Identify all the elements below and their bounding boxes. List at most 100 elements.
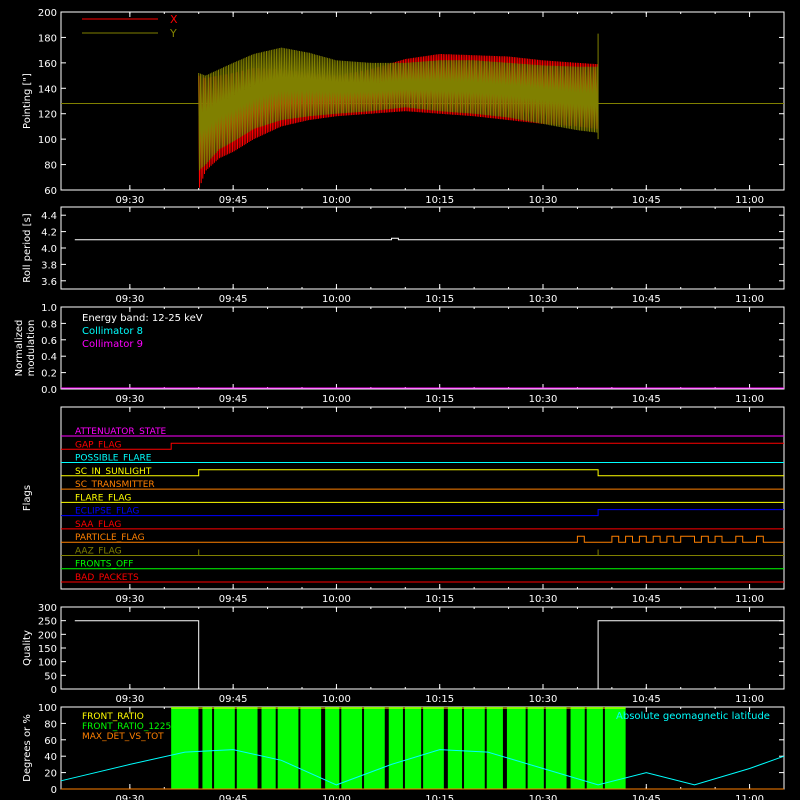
ratio-gap <box>462 707 465 789</box>
x-tick-label: 10:30 <box>529 294 558 305</box>
y-tick-label: 150 <box>38 644 57 655</box>
y-axis-label: Normalized <box>14 320 25 377</box>
x-tick-label: 10:15 <box>425 394 454 405</box>
panel-frame <box>60 406 785 590</box>
x-tick-label: 11:00 <box>735 794 764 800</box>
flag-label: SC_TRANSMITTER <box>75 480 155 490</box>
panel-pointing: 09:30 09:45 10:00 10:15 10:30 10:45 11:00 60 80 1… <box>22 8 785 206</box>
flag-line-aaz-flag <box>61 549 784 556</box>
y-tick-label: 250 <box>38 617 57 628</box>
geomag-latitude-label: Absolute geomagnetic latitude <box>616 711 770 722</box>
chart-canvas: 09:30 09:45 10:00 10:15 10:30 10:45 11:00 60 80 1… <box>14 8 785 800</box>
y-tick-label: 0.2 <box>41 369 57 380</box>
ratio-gap <box>584 707 587 789</box>
panel-frame <box>60 606 785 690</box>
ratio-gap <box>275 707 278 789</box>
x-tick-label: 10:30 <box>529 594 558 605</box>
x-tick-label: 10:15 <box>425 594 454 605</box>
x-tick-label: 09:30 <box>115 794 144 800</box>
x-tick-label: 10:00 <box>322 594 351 605</box>
roll-period-line <box>74 237 784 241</box>
ratio-gap <box>212 707 215 789</box>
flag-line-sc-in-sunlight <box>61 469 784 477</box>
x-tick-label: 10:00 <box>322 794 351 800</box>
flag-label: PARTICLE_FLAG <box>75 533 145 543</box>
ratio-gap <box>525 707 528 789</box>
panels-group: 09:30 09:45 10:00 10:15 10:30 10:45 11:00 60 80 1… <box>14 8 785 800</box>
y-tick-label: 20 <box>44 769 57 780</box>
y-tick-label: 60 <box>44 186 57 197</box>
panel-geomag: 09:30 09:45 10:00 10:15 10:30 10:45 11:00 0 20 40… <box>22 703 785 800</box>
x-tick-label: 11:00 <box>735 195 764 206</box>
ratio-gap <box>502 707 507 789</box>
y-axis-label: modulation <box>26 320 37 377</box>
x-tick-label: 11:00 <box>735 594 764 605</box>
y-tick-label: 200 <box>38 630 57 641</box>
y-tick-label: 160 <box>38 59 57 70</box>
y-tick-label: 3.6 <box>41 277 57 288</box>
y-tick-label: 0.0 <box>41 385 57 396</box>
legend-label: X <box>170 13 178 26</box>
flag-label: SAA_FLAG <box>75 520 121 530</box>
y-tick-label: 4.0 <box>41 244 57 255</box>
y-tick-label: 120 <box>38 110 57 121</box>
legend-label: Collimator 8 <box>82 326 143 337</box>
legend-label: Collimator 9 <box>82 339 143 350</box>
x-tick-label: 10:45 <box>632 594 661 605</box>
x-tick-label: 09:30 <box>115 594 144 605</box>
flag-label: ATTENUATOR_STATE <box>75 427 167 437</box>
y-axis-label: Pointing ["] <box>22 73 33 129</box>
y-tick-label: 60 <box>44 736 57 747</box>
ratio-gap <box>298 707 301 789</box>
x-tick-label: 09:45 <box>219 694 248 705</box>
flag-label: BAD_PACKETS <box>75 573 139 583</box>
ratio-gap <box>321 707 326 789</box>
flag-label: GAP_FLAG <box>75 440 121 450</box>
flag-label: POSSIBLE_FLARE <box>75 454 152 464</box>
x-tick-label: 09:30 <box>115 195 144 206</box>
ratio-gap <box>543 707 546 789</box>
y-tick-label: 100 <box>38 703 57 714</box>
flag-label: AAZ_FLAG <box>75 546 122 556</box>
y-tick-label: 140 <box>38 84 57 95</box>
y-tick-label: 80 <box>44 719 57 730</box>
x-tick-label: 10:15 <box>425 694 454 705</box>
x-tick-label: 10:45 <box>632 694 661 705</box>
panel-flags: 09:30 09:45 10:00 10:15 10:30 10:45 11:00 Flags… <box>22 406 785 605</box>
x-tick-label: 10:15 <box>425 195 454 206</box>
x-tick-label: 10:45 <box>632 794 661 800</box>
y-tick-label: 0.4 <box>41 352 57 363</box>
y-tick-label: 0.6 <box>41 336 57 347</box>
x-tick-label: 11:00 <box>735 694 764 705</box>
x-tick-label: 10:30 <box>529 195 558 206</box>
quality-line <box>74 620 784 690</box>
x-tick-label: 09:45 <box>219 195 248 206</box>
x-tick-label: 10:45 <box>632 294 661 305</box>
ratio-gap <box>339 707 342 789</box>
legend-label: MAX_DET_VS_TOT <box>82 732 164 742</box>
ratio-gap <box>443 707 448 789</box>
y-tick-label: 100 <box>38 135 57 146</box>
y-axis-label: Roll period [s] <box>22 213 33 282</box>
x-tick-label: 10:45 <box>632 394 661 405</box>
x-tick-label: 09:30 <box>115 394 144 405</box>
x-tick-label: 10:30 <box>529 794 558 800</box>
y-tick-label: 3.8 <box>41 260 57 271</box>
x-tick-label: 10:15 <box>425 294 454 305</box>
y-axis-label: Quality <box>22 630 33 666</box>
legend-label: Y <box>169 27 177 40</box>
y-tick-label: 50 <box>44 671 57 682</box>
y-tick-label: 80 <box>44 161 57 172</box>
x-tick-label: 10:00 <box>322 694 351 705</box>
x-tick-label: 09:30 <box>115 294 144 305</box>
flag-label: FLARE_FLAG <box>75 493 131 503</box>
y-tick-label: 200 <box>38 8 57 19</box>
y-tick-label: 0 <box>51 685 57 696</box>
energy-band-label: Energy band: 12-25 keV <box>82 313 203 324</box>
x-tick-label: 10:00 <box>322 294 351 305</box>
flag-line-particle-flag <box>61 535 784 543</box>
x-tick-label: 10:00 <box>322 394 351 405</box>
flag-line-gap-flag <box>61 442 784 450</box>
y-tick-label: 1.0 <box>41 303 57 314</box>
x-tick-label: 10:30 <box>529 694 558 705</box>
